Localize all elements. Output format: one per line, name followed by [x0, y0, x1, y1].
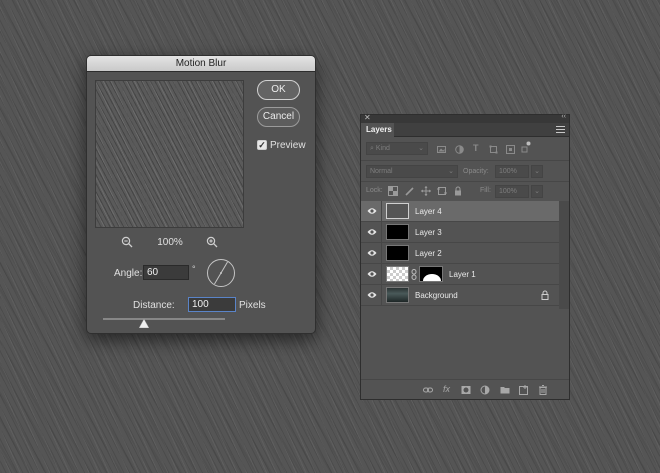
layer-row-layer-4[interactable]: Layer 4 [361, 201, 559, 222]
chevron-down-icon: ⌄ [534, 168, 540, 175]
dialog-title: Motion Blur [87, 56, 315, 72]
layers-scrollbar[interactable] [559, 201, 569, 309]
layer-thumbnail [386, 224, 409, 240]
layer-row-layer-2[interactable]: Layer 2 [361, 243, 559, 264]
shape-filter-icon[interactable] [489, 145, 498, 154]
layers-panel: ✕ ‹‹ Layers ⌕ Kind ⌄ T Normal ⌄ Opacity:… [360, 113, 570, 400]
new-group-folder-icon[interactable] [500, 385, 510, 395]
pixel-filter-icon[interactable] [437, 145, 446, 154]
angle-dial[interactable] [207, 259, 235, 287]
panel-menu-icon[interactable] [556, 126, 565, 134]
filter-toggle-icon[interactable] [521, 141, 531, 153]
zoom-level: 100% [157, 237, 183, 248]
blend-mode-value: Normal [370, 168, 393, 175]
ok-button[interactable]: OK [257, 80, 300, 100]
motion-blur-dialog: Motion Blur 100% OK Cancel ✓ Preview Ang… [86, 55, 316, 334]
panel-tab-strip: Layers [361, 123, 569, 137]
layer-name[interactable]: Layer 4 [415, 207, 442, 216]
eye-icon[interactable] [367, 270, 377, 278]
type-filter-icon[interactable]: T [473, 143, 482, 153]
layer-name[interactable]: Layer 3 [415, 228, 442, 237]
distance-label: Distance: [133, 300, 175, 311]
preview-label: Preview [270, 140, 306, 151]
layer-thumbnail [386, 245, 409, 261]
layer-row-layer-1[interactable]: Layer 1 [361, 264, 559, 285]
eye-column-divider [381, 285, 382, 306]
blur-preview-area[interactable] [95, 80, 244, 228]
panel-title-bar: ✕ ‹‹ [361, 113, 569, 123]
layer-row-background[interactable]: Background [361, 285, 559, 306]
layer-thumbnail [386, 287, 409, 303]
chevron-down-icon: ⌄ [534, 188, 540, 195]
lock-artboard-icon[interactable] [437, 186, 447, 196]
preview-checkbox[interactable]: ✓ [257, 140, 267, 150]
eye-column-divider [381, 243, 382, 264]
adjustment-layer-icon[interactable] [480, 385, 490, 395]
kind-filter-select[interactable]: ⌕ Kind ⌄ [366, 142, 428, 155]
collapse-panel-icon[interactable]: ‹‹ [561, 113, 566, 120]
fill-input[interactable]: 100% [495, 185, 529, 198]
zoom-out-icon[interactable] [121, 236, 133, 248]
lock-icon [541, 290, 549, 300]
chevron-down-icon: ⌄ [418, 145, 424, 152]
chevron-down-icon: ⌄ [448, 168, 454, 175]
distance-slider-thumb[interactable] [138, 318, 150, 329]
zoom-in-icon[interactable] [206, 236, 218, 248]
mask-link-icon[interactable] [411, 269, 417, 280]
close-panel-icon[interactable]: ✕ [364, 113, 371, 122]
panel-footer: fx [361, 379, 569, 399]
degree-symbol: ° [192, 264, 196, 274]
lock-image-pixels-icon[interactable] [405, 186, 415, 196]
eye-icon[interactable] [367, 291, 377, 299]
lock-row: Lock: Fill: 100% ⌄ [361, 181, 569, 203]
layer-mask-thumbnail[interactable] [419, 266, 443, 282]
layer-thumbnail [386, 203, 409, 219]
layer-name[interactable]: Layer 1 [449, 270, 476, 279]
opacity-value: 100% [499, 168, 517, 175]
eye-icon[interactable] [367, 207, 377, 215]
opacity-input[interactable]: 100% [495, 165, 529, 178]
fill-label: Fill: [480, 187, 491, 194]
lock-label: Lock: [366, 187, 383, 194]
add-mask-icon[interactable] [461, 385, 471, 395]
link-layers-icon[interactable] [423, 385, 433, 395]
filter-row: ⌕ Kind ⌄ T [361, 138, 569, 160]
pixels-label: Pixels [239, 300, 266, 311]
fill-dropdown[interactable]: ⌄ [531, 185, 543, 198]
layer-name[interactable]: Layer 2 [415, 249, 442, 258]
search-icon: ⌕ [370, 145, 374, 152]
eye-icon[interactable] [367, 249, 377, 257]
angle-input[interactable]: 60 [143, 265, 189, 280]
blend-row: Normal ⌄ Opacity: 100% ⌄ [361, 160, 569, 182]
distance-input[interactable]: 100 [188, 297, 236, 312]
fill-value: 100% [499, 188, 517, 195]
layer-name[interactable]: Background [415, 291, 458, 300]
layers-list: Layer 4 Layer 3 Layer 2 Layer 1 Backgrou… [361, 201, 559, 306]
smart-object-filter-icon[interactable] [506, 145, 515, 154]
opacity-dropdown[interactable]: ⌄ [531, 165, 543, 178]
lock-all-icon[interactable] [453, 186, 463, 196]
eye-column-divider [381, 201, 382, 222]
cancel-button[interactable]: Cancel [257, 107, 300, 127]
eye-icon[interactable] [367, 228, 377, 236]
eye-column-divider [381, 264, 382, 285]
opacity-label: Opacity: [463, 168, 489, 175]
tab-layers[interactable]: Layers [361, 123, 394, 137]
kind-filter-value: Kind [375, 145, 390, 152]
layer-style-fx-icon[interactable]: fx [443, 384, 453, 394]
adjustment-filter-icon[interactable] [455, 145, 464, 154]
new-layer-icon[interactable] [519, 385, 529, 395]
angle-label: Angle: [114, 268, 143, 279]
eye-column-divider [381, 222, 382, 243]
distance-slider-track[interactable] [103, 318, 225, 320]
layer-row-layer-3[interactable]: Layer 3 [361, 222, 559, 243]
lock-position-icon[interactable] [421, 186, 431, 196]
trash-icon[interactable] [538, 385, 548, 395]
layer-thumbnail [386, 266, 409, 282]
lock-transparent-pixels-icon[interactable] [388, 186, 398, 196]
blend-mode-select[interactable]: Normal ⌄ [366, 165, 458, 178]
